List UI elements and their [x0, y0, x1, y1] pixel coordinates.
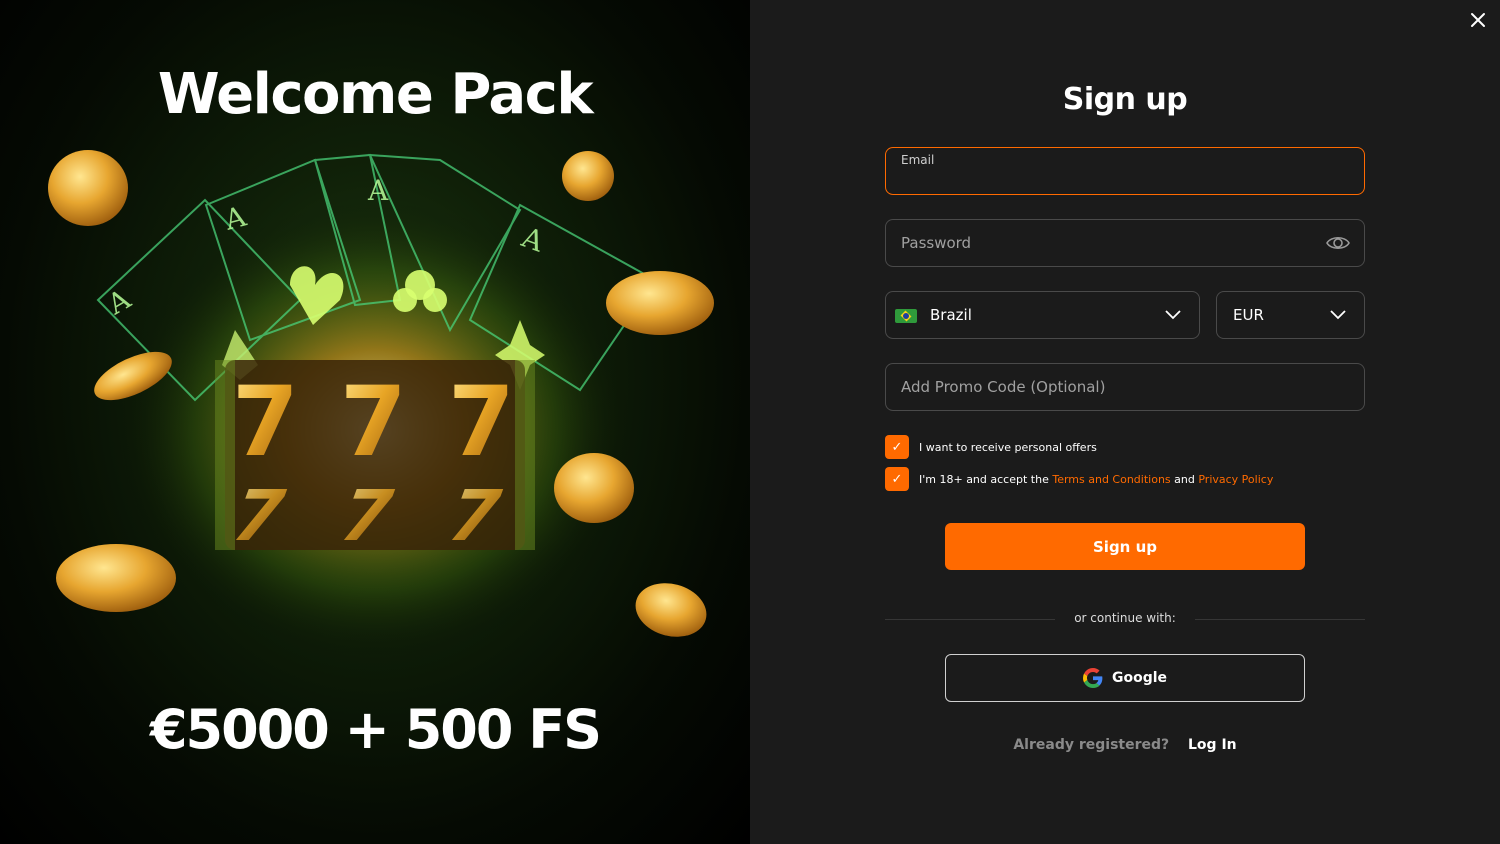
- signup-modal: A A A A 7 7 7 7 7 7 Welcome Pack €5000 +…: [0, 0, 1500, 844]
- svg-text:7: 7: [448, 366, 515, 478]
- email-label: Email: [901, 153, 935, 167]
- currency-select[interactable]: EUR: [1216, 291, 1365, 339]
- password-placeholder: Password: [901, 234, 972, 252]
- google-button[interactable]: Google: [945, 654, 1305, 702]
- terms-checkbox[interactable]: ✓: [885, 467, 909, 491]
- login-row: Already registered? Log In: [750, 737, 1500, 753]
- chevron-down-icon: [1330, 310, 1346, 320]
- promo-code-field[interactable]: Add Promo Code (Optional): [885, 363, 1365, 411]
- password-field[interactable]: Password: [885, 219, 1365, 267]
- privacy-link[interactable]: Privacy Policy: [1198, 473, 1273, 486]
- terms-prefix: I'm 18+ and accept the: [919, 472, 1049, 486]
- currency-value: EUR: [1233, 306, 1264, 324]
- login-link[interactable]: Log In: [1188, 737, 1237, 753]
- terms-link[interactable]: Terms and Conditions: [1052, 473, 1170, 486]
- divider-text: or continue with:: [1074, 611, 1176, 625]
- personal-offers-row: ✓ I want to receive personal offers: [885, 434, 1097, 460]
- already-registered-text: Already registered?: [1013, 737, 1170, 753]
- svg-text:A: A: [101, 282, 137, 322]
- terms-and: and: [1174, 472, 1195, 486]
- chevron-down-icon: [1165, 310, 1181, 320]
- svg-text:A: A: [367, 174, 389, 207]
- promo-code-placeholder: Add Promo Code (Optional): [901, 378, 1106, 396]
- brazil-flag-icon: [895, 309, 917, 323]
- form-title: Sign up: [1062, 82, 1188, 117]
- personal-offers-checkbox[interactable]: ✓: [885, 435, 909, 459]
- svg-text:A: A: [517, 220, 549, 259]
- promo-panel: A A A A 7 7 7 7 7 7 Welcome Pack €5000 +…: [0, 0, 750, 844]
- svg-text:A: A: [220, 199, 250, 237]
- terms-label: I'm 18+ and accept the Terms and Conditi…: [919, 473, 1273, 486]
- google-label: Google: [1111, 670, 1168, 686]
- google-icon: [1082, 668, 1103, 688]
- country-value: Brazil: [930, 306, 972, 324]
- close-icon[interactable]: [1466, 8, 1490, 32]
- svg-text:7: 7: [340, 366, 407, 478]
- signup-button[interactable]: Sign up: [945, 523, 1305, 570]
- personal-offers-label: I want to receive personal offers: [919, 440, 1097, 454]
- bonus-amount: €5000 + 500 FS: [149, 698, 602, 761]
- email-field[interactable]: Email: [885, 147, 1365, 195]
- promo-title: Welcome Pack: [157, 62, 594, 127]
- eye-icon[interactable]: [1326, 233, 1350, 253]
- signup-form-panel: Sign up: [750, 0, 1500, 844]
- terms-row: ✓ I'm 18+ and accept the Terms and Condi…: [885, 466, 1273, 492]
- country-select[interactable]: Brazil: [885, 291, 1200, 339]
- email-input[interactable]: [901, 170, 1341, 187]
- svg-text:7: 7: [232, 366, 299, 478]
